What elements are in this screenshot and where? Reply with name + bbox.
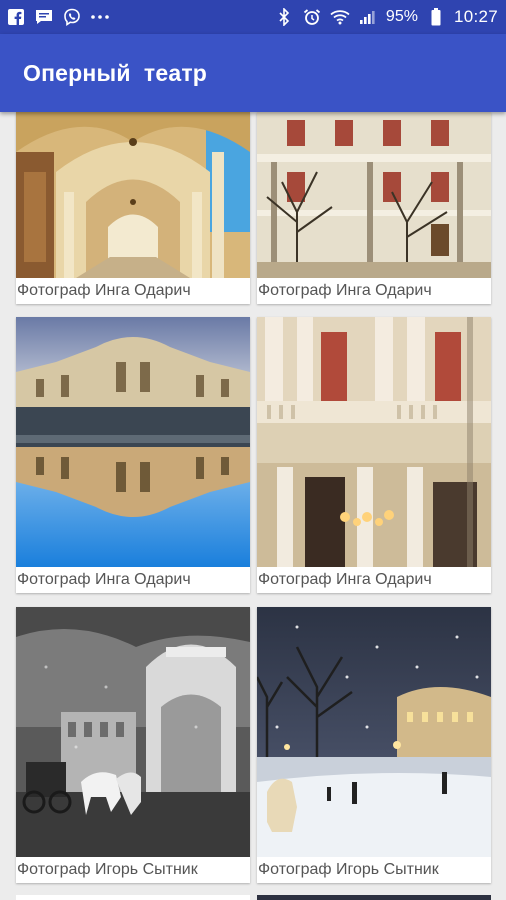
signal-icon <box>358 7 378 27</box>
opera-bw-carriage-photo <box>16 607 250 857</box>
photo-caption: Фотограф Инга Одарич <box>258 282 432 299</box>
page-title: Оперный театр <box>23 59 208 86</box>
opera-interior-arches-photo <box>16 112 250 278</box>
clock: 10:27 <box>453 7 498 26</box>
gallery-item[interactable]: Фотограф Игорь Сытник <box>257 607 491 883</box>
photo-caption: Фотограф Инга Одарич <box>17 282 191 299</box>
photo-gallery: Фотограф Инга Одарич Фотограф Инга Одари… <box>0 112 506 900</box>
facebook-icon <box>6 7 26 27</box>
opera-reflection-photo <box>16 317 250 567</box>
gallery-item[interactable]: Фотограф Инга Одарич <box>257 317 491 593</box>
wifi-icon <box>330 7 350 27</box>
photo-caption: Фотограф Игорь Сытник <box>17 861 198 878</box>
gallery-item[interactable]: Фотограф Игорь Сытник <box>16 607 250 883</box>
more-dots-icon <box>90 7 110 27</box>
photo-caption: Фотограф Инга Одарич <box>258 571 432 588</box>
bluetooth-icon <box>274 7 294 27</box>
alarm-icon <box>302 7 322 27</box>
gallery-item-partial <box>16 895 250 900</box>
battery-percentage: 95% <box>385 8 418 25</box>
gallery-item[interactable]: Фотограф Инга Одарич <box>16 112 250 304</box>
photo-caption: Фотограф Игорь Сытник <box>258 861 439 878</box>
photo-caption: Фотограф Инга Одарич <box>17 571 191 588</box>
opera-balcony-lamps-photo <box>257 317 491 567</box>
status-bar: 95% 10:27 <box>0 0 506 34</box>
gallery-item-partial <box>257 895 491 900</box>
viber-icon <box>62 7 82 27</box>
app-bar: Оперный театр <box>0 34 506 112</box>
chat-icon <box>34 7 54 27</box>
opera-facade-trees-photo <box>257 112 491 278</box>
gallery-item[interactable]: Фотограф Инга Одарич <box>16 317 250 593</box>
gallery-item[interactable]: Фотограф Инга Одарич <box>257 112 491 304</box>
battery-icon <box>426 7 446 27</box>
opera-winter-night-photo <box>257 607 491 857</box>
